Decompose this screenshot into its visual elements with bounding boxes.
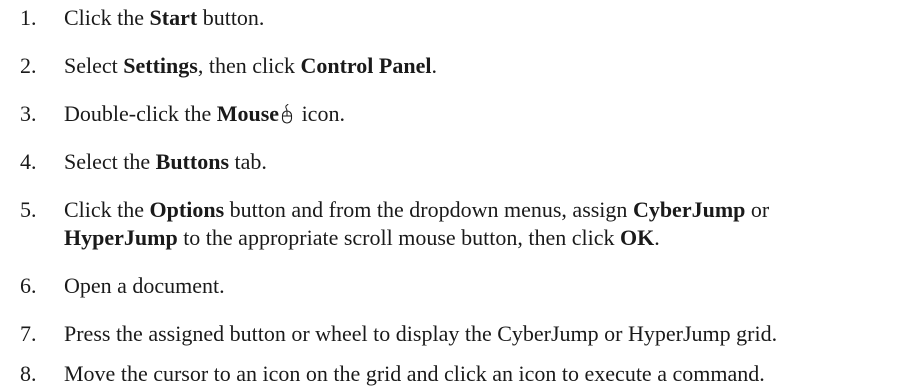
step-text-segment: Open a document. xyxy=(64,273,225,298)
step-number: 5. xyxy=(20,197,37,222)
step-text-segment: button and from the dropdown menus, assi… xyxy=(224,197,633,222)
step-number: 1. xyxy=(20,5,37,30)
bold-term: HyperJump xyxy=(64,225,178,250)
step-text-segment: Click the xyxy=(64,5,150,30)
bold-term: CyberJump xyxy=(632,197,746,222)
step-text-segment: or xyxy=(745,197,770,222)
bold-term: Buttons xyxy=(155,149,229,174)
step-text-segment: Double-click the xyxy=(64,101,217,126)
step-text-segment: Move the cursor to an icon on the grid a… xyxy=(64,361,765,386)
step-text-segment: Press the assigned button or wheel to di… xyxy=(64,321,778,346)
step-number: 7. xyxy=(20,321,37,346)
bold-term: Options xyxy=(149,197,225,222)
step-text: Select the Buttons tab. xyxy=(64,148,924,176)
step-item-4: 4. Select the Buttons tab. xyxy=(0,148,924,176)
mouse-icon xyxy=(282,104,293,124)
step-text: Click the Start button. xyxy=(64,4,924,32)
step-text-line: Click the Options button and from the dr… xyxy=(64,196,924,224)
step-text-segment: Click the xyxy=(64,197,150,222)
step-item-3: 3. Double-click the Mouse icon. xyxy=(0,100,924,128)
step-text-segment: , then click xyxy=(197,53,301,78)
bold-term: Control Panel xyxy=(300,53,432,78)
step-text-segment: to the appropriate scroll mouse button, … xyxy=(177,225,621,250)
step-item-8: 8. Move the cursor to an icon on the grid… xyxy=(0,360,924,388)
bold-term: OK xyxy=(620,225,655,250)
step-item-7: 7. Press the assigned button or wheel to … xyxy=(0,320,924,348)
step-text-segment: Select the xyxy=(64,149,156,174)
step-number: 8. xyxy=(20,361,37,386)
step-text-segment: Select xyxy=(64,53,124,78)
step-text-segment: button. xyxy=(197,5,265,30)
step-text-segment: . xyxy=(431,53,437,78)
step-text: Click the Options button and from the dr… xyxy=(64,196,924,252)
step-number: 2. xyxy=(20,53,37,78)
step-text-segment: . xyxy=(654,225,660,250)
step-text: Press the assigned button or wheel to di… xyxy=(64,320,924,348)
step-item-5: 5. Click the Options button and from the … xyxy=(0,196,924,252)
step-text: Move the cursor to an icon on the grid a… xyxy=(64,360,924,388)
bold-term: Settings xyxy=(123,53,198,78)
step-text: Select Settings, then click Control Pane… xyxy=(64,52,924,80)
step-text-segment: tab. xyxy=(229,149,267,174)
step-text-line: HyperJump to the appropriate scroll mous… xyxy=(64,224,924,252)
step-text: Double-click the Mouse icon. xyxy=(64,100,924,128)
bold-term: Start xyxy=(149,5,198,30)
step-item-1: 1. Click the Start button. xyxy=(0,4,924,32)
bold-term: Mouse xyxy=(216,101,280,126)
step-text-segment: icon. xyxy=(296,101,345,126)
step-item-6: 6. Open a document. xyxy=(0,272,924,300)
step-number: 3. xyxy=(20,101,37,126)
step-text: Open a document. xyxy=(64,272,924,300)
step-number: 6. xyxy=(20,273,37,298)
step-number: 4. xyxy=(20,149,37,174)
step-item-2: 2. Select Settings, then click Control Pa… xyxy=(0,52,924,80)
